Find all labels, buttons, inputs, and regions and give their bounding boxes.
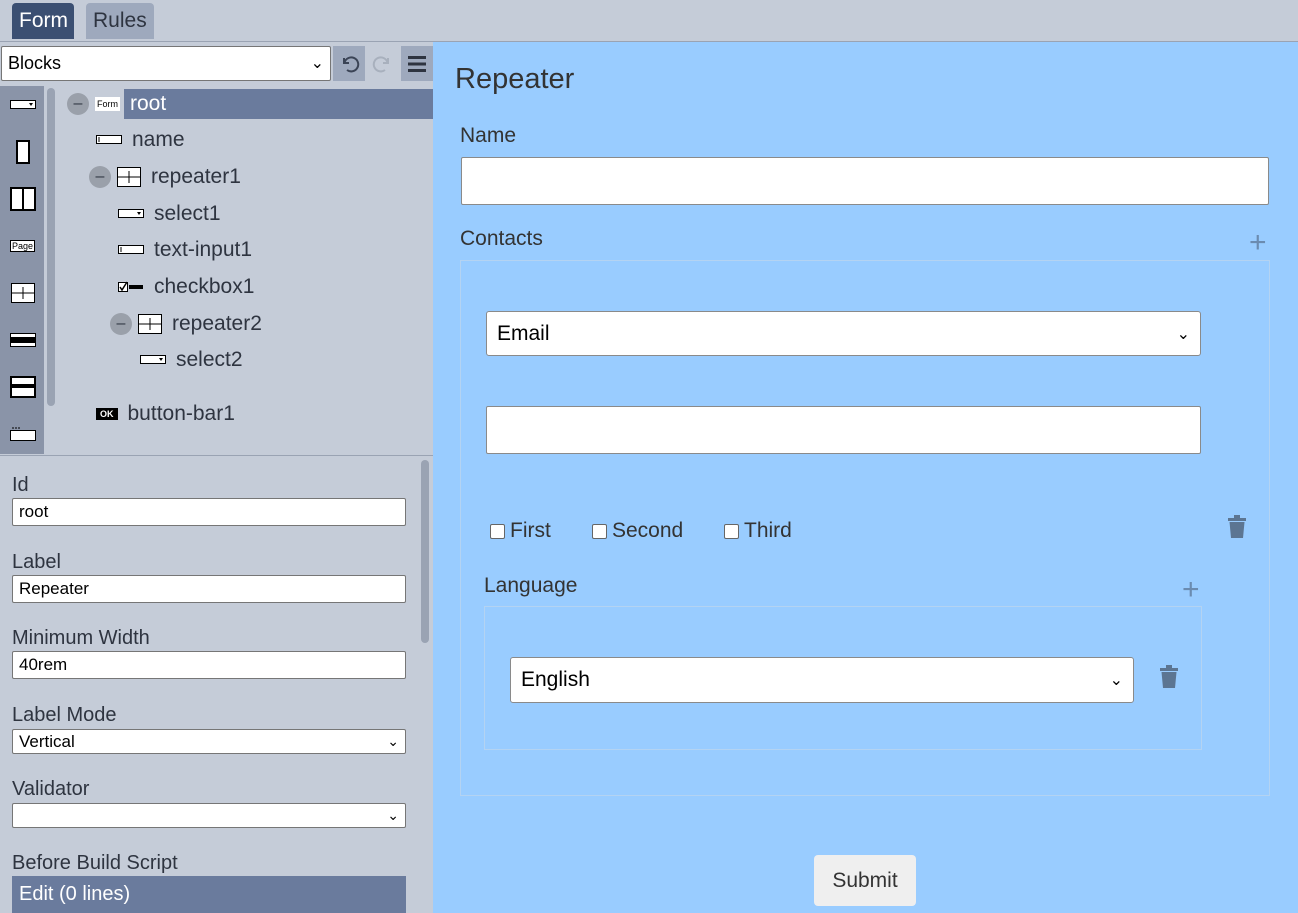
collapse-icon[interactable]: – [67, 93, 89, 115]
label-input[interactable]: Repeater [12, 575, 406, 603]
palette-repeater-icon[interactable] [9, 282, 36, 304]
menu-button[interactable] [401, 46, 433, 81]
name-label: Name [460, 124, 517, 147]
repeater-icon [138, 314, 162, 334]
chevron-down-icon: ⌄ [310, 55, 324, 72]
tree-node-select1[interactable]: select1 [118, 199, 225, 229]
palette-two-column-icon[interactable] [9, 187, 36, 211]
before-build-label: Before Build Script [12, 852, 178, 874]
contact-type-select[interactable]: Email ⌄ [486, 311, 1201, 356]
min-width-input[interactable]: 40rem [12, 651, 406, 679]
text-input-icon [118, 245, 144, 255]
checkbox-first[interactable]: First [490, 519, 551, 543]
select-icon [140, 355, 166, 365]
tree-node-checkbox1[interactable]: checkbox1 [118, 272, 258, 302]
tree-node-label: button-bar1 [127, 402, 235, 425]
select-icon [118, 209, 144, 219]
tree-node-label: repeater2 [172, 312, 262, 335]
label-mode-select[interactable]: Vertical ⌄ [12, 729, 406, 754]
palette-panel-icon[interactable] [9, 376, 36, 398]
text-input-icon [96, 135, 122, 145]
checkbox-third[interactable]: Third [724, 519, 792, 543]
checkbox-label: Second [612, 519, 684, 542]
contact-value-input[interactable] [486, 406, 1201, 454]
delete-contact-icon[interactable] [1226, 515, 1248, 539]
tree-node-label: name [132, 128, 185, 151]
checkbox-label: First [510, 519, 551, 542]
checkbox-box[interactable] [592, 523, 607, 539]
tree-selection-highlight [124, 89, 433, 119]
tree-node-label: root [126, 92, 171, 116]
checkbox-icon [118, 281, 144, 293]
tree-node-select2[interactable]: select2 [140, 345, 247, 375]
chevron-down-icon: ⌄ [1109, 672, 1123, 689]
top-tab-bar [0, 0, 1298, 42]
validator-select[interactable]: ⌄ [12, 803, 406, 828]
id-label: Id [12, 474, 29, 496]
tab-form[interactable]: Form [12, 3, 74, 39]
contacts-label: Contacts [460, 227, 543, 250]
blocks-select[interactable]: Blocks ⌄ [1, 46, 331, 81]
undo-icon [343, 55, 360, 72]
button-bar-icon: OK [96, 408, 118, 420]
palette-select-icon[interactable] [9, 94, 36, 116]
delete-language-icon[interactable] [1158, 665, 1180, 689]
chevron-down-icon: ⌄ [1176, 325, 1190, 343]
language-label: Language [484, 574, 578, 597]
name-input[interactable] [461, 157, 1269, 205]
undo-button[interactable] [333, 46, 365, 81]
language-select[interactable]: English ⌄ [510, 657, 1134, 703]
palette-toolbar-icon[interactable] [9, 423, 36, 445]
label-mode-value: Vertical [19, 732, 75, 751]
palette-section-icon[interactable] [9, 329, 36, 351]
checkbox-box[interactable] [724, 523, 739, 539]
tree-node-label: text-input1 [154, 238, 253, 261]
add-language-icon[interactable]: + [1182, 575, 1200, 605]
id-input[interactable]: root [12, 498, 406, 526]
language-value: English [521, 668, 590, 691]
tree-node-label: select1 [154, 202, 221, 225]
palette-scrollbar[interactable] [47, 88, 55, 406]
tree-node-label: repeater1 [151, 165, 241, 188]
blocks-select-value: Blocks [8, 53, 62, 73]
tree-node-text-input1[interactable]: text-input1 [118, 235, 256, 265]
checkbox-box[interactable] [490, 523, 505, 539]
collapse-icon[interactable]: – [110, 313, 132, 335]
redo-button[interactable] [367, 46, 399, 81]
tree-node-label: select2 [176, 348, 243, 371]
palette-page-icon[interactable]: Page [9, 235, 36, 257]
tree-node-repeater2[interactable]: – repeater2 [110, 309, 266, 339]
contact-type-value: Email [497, 321, 550, 345]
chevron-down-icon: ⌄ [387, 733, 399, 749]
redo-icon [372, 55, 389, 72]
add-contact-icon[interactable]: + [1249, 228, 1267, 258]
checkbox-second[interactable]: Second [592, 519, 683, 543]
checkbox-label: Third [744, 519, 792, 542]
form-icon: Form [95, 97, 120, 111]
palette-column-icon[interactable] [9, 140, 36, 164]
chevron-down-icon: ⌄ [387, 807, 399, 823]
submit-button[interactable]: Submit [814, 855, 916, 906]
properties-scrollbar[interactable] [421, 460, 429, 643]
tree-node-label: checkbox1 [154, 275, 255, 298]
tree-node-name[interactable]: name [96, 125, 189, 155]
tree-node-repeater1[interactable]: – repeater1 [89, 162, 245, 192]
validator-label: Validator [12, 778, 90, 800]
repeater-icon [117, 167, 141, 187]
form-title: Repeater [455, 63, 575, 95]
collapse-icon[interactable]: – [89, 166, 111, 188]
label-label: Label [12, 551, 61, 573]
edit-script-button[interactable]: Edit (0 lines) [12, 876, 406, 913]
min-width-label: Minimum Width [12, 627, 150, 649]
tree-node-button-bar1[interactable]: OK button-bar1 [96, 399, 239, 429]
label-mode-label: Label Mode [12, 704, 117, 726]
tab-rules[interactable]: Rules [86, 3, 154, 39]
tree-node-root[interactable]: – Form root [67, 89, 171, 119]
hamburger-icon [408, 55, 426, 72]
